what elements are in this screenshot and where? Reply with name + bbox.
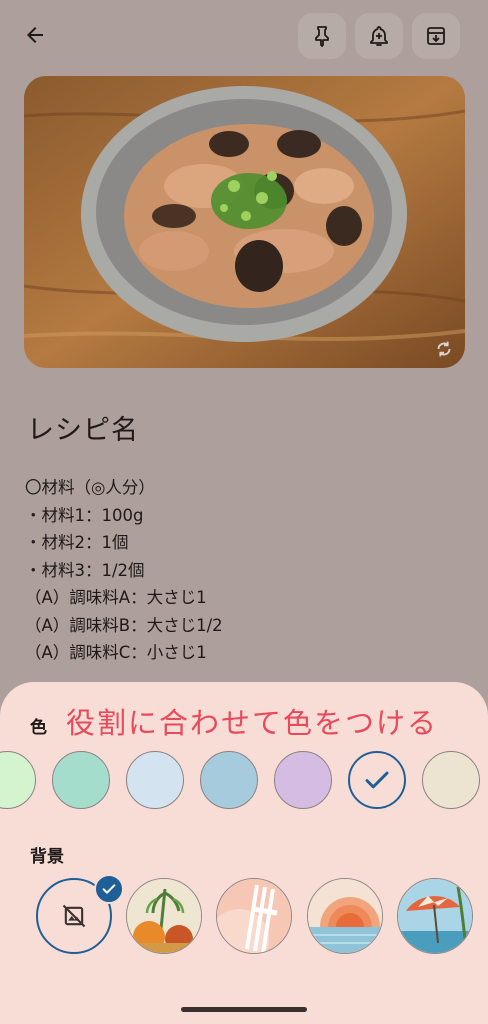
pin-button[interactable] <box>298 13 346 59</box>
color-swatch-light-blue[interactable] <box>126 751 184 809</box>
note-line: ・材料1：100g <box>25 505 144 525</box>
note-title[interactable]: レシピ名 <box>27 408 139 447</box>
background-option-food[interactable] <box>216 878 292 954</box>
arrow-left-icon <box>27 27 43 43</box>
reminder-button[interactable] <box>355 13 403 59</box>
checkmark-icon <box>102 884 116 894</box>
sunset-illustration-icon <box>308 879 382 953</box>
beach-illustration-icon <box>398 879 472 953</box>
color-swatch-blue[interactable] <box>200 751 258 809</box>
archive-button[interactable] <box>412 13 460 59</box>
food-illustration-icon <box>217 879 291 953</box>
gesture-nav-handle[interactable] <box>181 1007 307 1012</box>
background-section-label: 背景 <box>30 847 64 867</box>
background-option-beach[interactable] <box>397 878 473 954</box>
color-swatch-beige[interactable] <box>422 751 480 809</box>
background-option-groceries[interactable] <box>126 878 202 954</box>
background-option-none[interactable] <box>36 874 124 954</box>
recipe-photo-image <box>24 76 465 368</box>
no-background-icon <box>62 904 86 928</box>
rotate-icon[interactable] <box>433 338 455 360</box>
color-swatch-teal[interactable] <box>52 751 110 809</box>
note-line: （A）調味料A：大さじ1 <box>25 588 207 607</box>
note-line: ・材料2：1個 <box>25 533 129 552</box>
note-body[interactable]: 〇材料（◎人分） ・材料1：100g ・材料2：1個 ・材料3：1/2個 （A）… <box>25 474 465 667</box>
note-line: ・材料3：1/2個 <box>25 560 145 580</box>
annotation-text: 役割に合わせて色をつける <box>66 706 439 740</box>
selected-badge <box>94 874 124 904</box>
top-app-bar <box>0 0 488 75</box>
color-swatch-purple[interactable] <box>274 751 332 809</box>
note-line: （A）調味料B：大さじ1/2 <box>25 615 223 635</box>
color-swatch-default[interactable] <box>348 751 406 809</box>
pin-icon <box>315 26 329 47</box>
checkmark-icon <box>365 771 389 789</box>
background-option-sunset[interactable] <box>307 878 383 954</box>
recipe-photo[interactable] <box>24 76 465 368</box>
back-button[interactable] <box>14 14 56 56</box>
note-line: （A）調味料C：小さじ1 <box>25 643 207 662</box>
archive-icon <box>427 27 445 45</box>
color-section-label: 色 <box>30 718 47 738</box>
bell-plus-icon <box>370 26 388 46</box>
groceries-illustration-icon <box>127 879 201 953</box>
note-line: 〇材料（◎人分） <box>25 478 155 497</box>
